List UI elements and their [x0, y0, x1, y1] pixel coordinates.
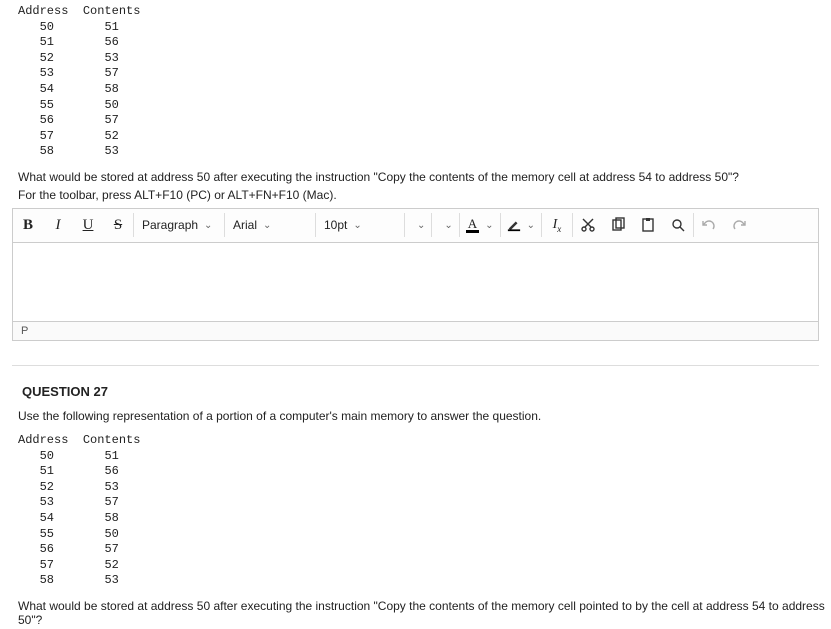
redo-button[interactable]	[724, 209, 754, 241]
font-select[interactable]: Arial ⌄	[225, 209, 315, 241]
chevron-down-icon: ⌄	[485, 220, 493, 231]
cell-addr: 51	[40, 35, 54, 49]
font-size-select[interactable]: 10pt ⌄	[316, 209, 404, 241]
strikethrough-button[interactable]: S	[103, 209, 133, 241]
cell-cont: 56	[104, 35, 118, 49]
cell-addr: 57	[40, 129, 54, 143]
cell-cont: 53	[104, 573, 118, 587]
redo-icon	[731, 217, 747, 233]
cut-button[interactable]	[573, 209, 603, 241]
cell-addr: 54	[40, 82, 54, 96]
cell-addr: 55	[40, 98, 54, 112]
bullet-list-button[interactable]: ⌄	[405, 209, 431, 241]
find-button[interactable]	[663, 209, 693, 241]
cell-addr: 51	[40, 464, 54, 478]
toolbar-hint: For the toolbar, press ALT+F10 (PC) or A…	[18, 188, 831, 202]
memory-table-top: Address Contents 50 51 51 56 52 53 53 57…	[18, 4, 831, 160]
cell-addr: 58	[40, 144, 54, 158]
chevron-down-icon: ⌄	[444, 220, 452, 231]
cell-cont: 57	[104, 542, 118, 556]
chevron-down-icon: ⌄	[204, 220, 212, 231]
editor-status-bar: P	[13, 321, 818, 340]
chevron-down-icon: ⌄	[527, 220, 535, 231]
cell-cont: 52	[104, 558, 118, 572]
highlight-color-button[interactable]: ⌄	[501, 209, 541, 241]
chevron-down-icon: ⌄	[353, 220, 361, 231]
col-header-contents: Contents	[83, 433, 141, 447]
cell-cont: 50	[104, 98, 118, 112]
paragraph-select[interactable]: Paragraph ⌄	[134, 209, 224, 241]
paste-icon	[640, 217, 656, 233]
col-header-address: Address	[18, 433, 68, 447]
cell-cont: 50	[104, 527, 118, 541]
cell-cont: 53	[104, 51, 118, 65]
text-color-button[interactable]: A ⌄	[460, 209, 500, 241]
cell-addr: 56	[40, 113, 54, 127]
font-select-label: Arial	[233, 218, 257, 232]
cell-addr: 52	[40, 480, 54, 494]
paragraph-select-label: Paragraph	[142, 218, 198, 232]
rich-text-editor: B I U S Paragraph ⌄ Arial ⌄ 10pt ⌄ ⌄	[12, 208, 819, 341]
cell-cont: 52	[104, 129, 118, 143]
cell-cont: 58	[104, 82, 118, 96]
cell-addr: 53	[40, 66, 54, 80]
remove-formatting-button[interactable]: Ix	[542, 209, 572, 241]
col-header-address: Address	[18, 4, 68, 18]
cell-cont: 56	[104, 464, 118, 478]
text-color-icon: A	[466, 218, 479, 233]
undo-button[interactable]	[694, 209, 724, 241]
italic-button[interactable]: I	[43, 209, 73, 241]
col-header-contents: Contents	[83, 4, 141, 18]
font-size-label: 10pt	[324, 218, 347, 232]
question-divider	[12, 365, 819, 366]
cell-addr: 55	[40, 527, 54, 541]
bold-button[interactable]: B	[13, 209, 43, 241]
cell-cont: 51	[104, 449, 118, 463]
undo-icon	[701, 217, 717, 233]
copy-icon	[610, 217, 626, 233]
editor-toolbar: B I U S Paragraph ⌄ Arial ⌄ 10pt ⌄ ⌄	[13, 209, 818, 243]
cell-cont: 57	[104, 113, 118, 127]
highlight-icon	[507, 218, 521, 232]
cell-cont: 53	[104, 144, 118, 158]
remove-formatting-icon: Ix	[553, 217, 562, 234]
cell-addr: 54	[40, 511, 54, 525]
paste-button[interactable]	[633, 209, 663, 241]
chevron-down-icon: ⌄	[417, 220, 425, 231]
cell-cont: 58	[104, 511, 118, 525]
memory-table-q27: Address Contents 50 51 51 56 52 53 53 57…	[18, 433, 831, 589]
cell-addr: 50	[40, 449, 54, 463]
question-prev-text: What would be stored at address 50 after…	[18, 170, 831, 184]
underline-button[interactable]: U	[73, 209, 103, 241]
question-27-text: What would be stored at address 50 after…	[18, 599, 831, 627]
editor-content-area[interactable]	[13, 243, 818, 321]
copy-button[interactable]	[603, 209, 633, 241]
cell-addr: 57	[40, 558, 54, 572]
chevron-down-icon: ⌄	[263, 220, 271, 231]
cell-cont: 57	[104, 66, 118, 80]
numbered-list-button[interactable]: 1 2 3 ⌄	[432, 209, 458, 241]
cell-cont: 53	[104, 480, 118, 494]
cell-addr: 50	[40, 20, 54, 34]
cell-addr: 56	[40, 542, 54, 556]
cell-addr: 52	[40, 51, 54, 65]
cell-cont: 51	[104, 20, 118, 34]
search-icon	[670, 217, 686, 233]
cell-addr: 58	[40, 573, 54, 587]
question-27-header: QUESTION 27	[22, 384, 831, 399]
cell-addr: 53	[40, 495, 54, 509]
cell-cont: 57	[104, 495, 118, 509]
question-27-intro: Use the following representation of a po…	[18, 409, 831, 423]
scissors-icon	[580, 217, 596, 233]
